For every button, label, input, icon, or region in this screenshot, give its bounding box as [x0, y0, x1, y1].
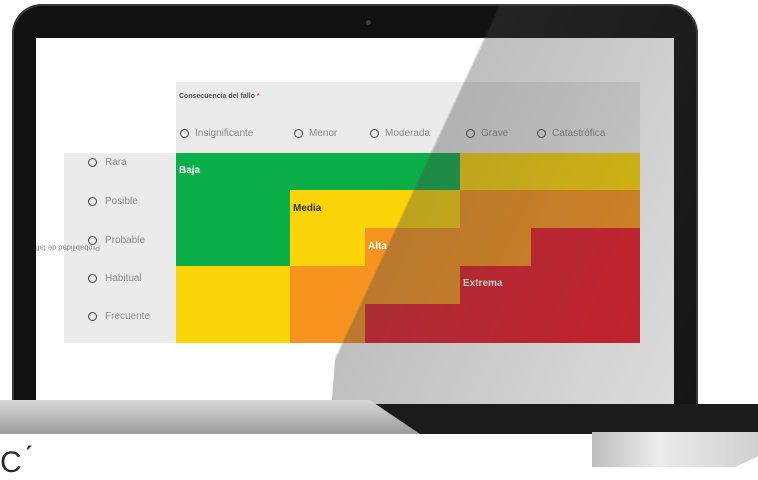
row-option-frecuente[interactable]: Frecuente [88, 309, 150, 323]
column-option-menor[interactable]: Menor [294, 126, 337, 140]
zone-label-high: Alta [368, 241, 387, 252]
page-background [0, 434, 592, 467]
zone-label-low: Baja [179, 165, 201, 176]
risk-cell [290, 266, 460, 304]
column-option-grave[interactable]: Grave [466, 126, 508, 140]
risk-cell [176, 228, 290, 266]
laptop-foot [592, 432, 758, 467]
risk-cell [176, 266, 290, 304]
row-option-probable[interactable]: Probable [88, 233, 145, 247]
radio-icon[interactable] [370, 128, 379, 138]
zone-label-medium: Media [293, 203, 322, 214]
risk-cell [176, 190, 290, 228]
risk-cell [531, 228, 640, 266]
background-text: C ́ [0, 446, 34, 479]
risk-cell [460, 190, 640, 228]
laptop-base-highlight [0, 400, 420, 434]
column-option-moderada[interactable]: Moderada [370, 126, 430, 140]
radio-icon[interactable] [88, 157, 97, 167]
risk-cell [176, 153, 460, 190]
camera-icon [366, 20, 371, 25]
radio-icon[interactable] [537, 128, 546, 138]
risk-cell [365, 304, 640, 343]
radio-icon[interactable] [466, 128, 475, 138]
consequence-label: Consecuencia del fallo * [179, 93, 260, 100]
column-option-insignificante[interactable]: Insignificante [180, 126, 253, 140]
radio-icon[interactable] [88, 273, 97, 283]
laptop-screen: Consecuencia del fallo * Insignificante … [36, 38, 674, 404]
risk-cell [176, 304, 290, 343]
zone-label-extreme: Extrema [463, 278, 503, 289]
risk-cell [460, 153, 640, 190]
radio-icon[interactable] [88, 235, 97, 245]
radio-icon[interactable] [88, 311, 97, 321]
row-option-habitual[interactable]: Habitual [88, 271, 142, 285]
column-option-catastrofica[interactable]: Catastrófica [537, 126, 605, 140]
radio-icon[interactable] [88, 196, 97, 206]
risk-cell [365, 228, 531, 266]
row-option-rara[interactable]: Rara [88, 155, 127, 169]
risk-cell [290, 228, 365, 266]
risk-cell [290, 304, 365, 343]
row-option-posible[interactable]: Posible [88, 194, 138, 208]
radio-icon[interactable] [294, 128, 303, 138]
radio-icon[interactable] [180, 128, 189, 138]
